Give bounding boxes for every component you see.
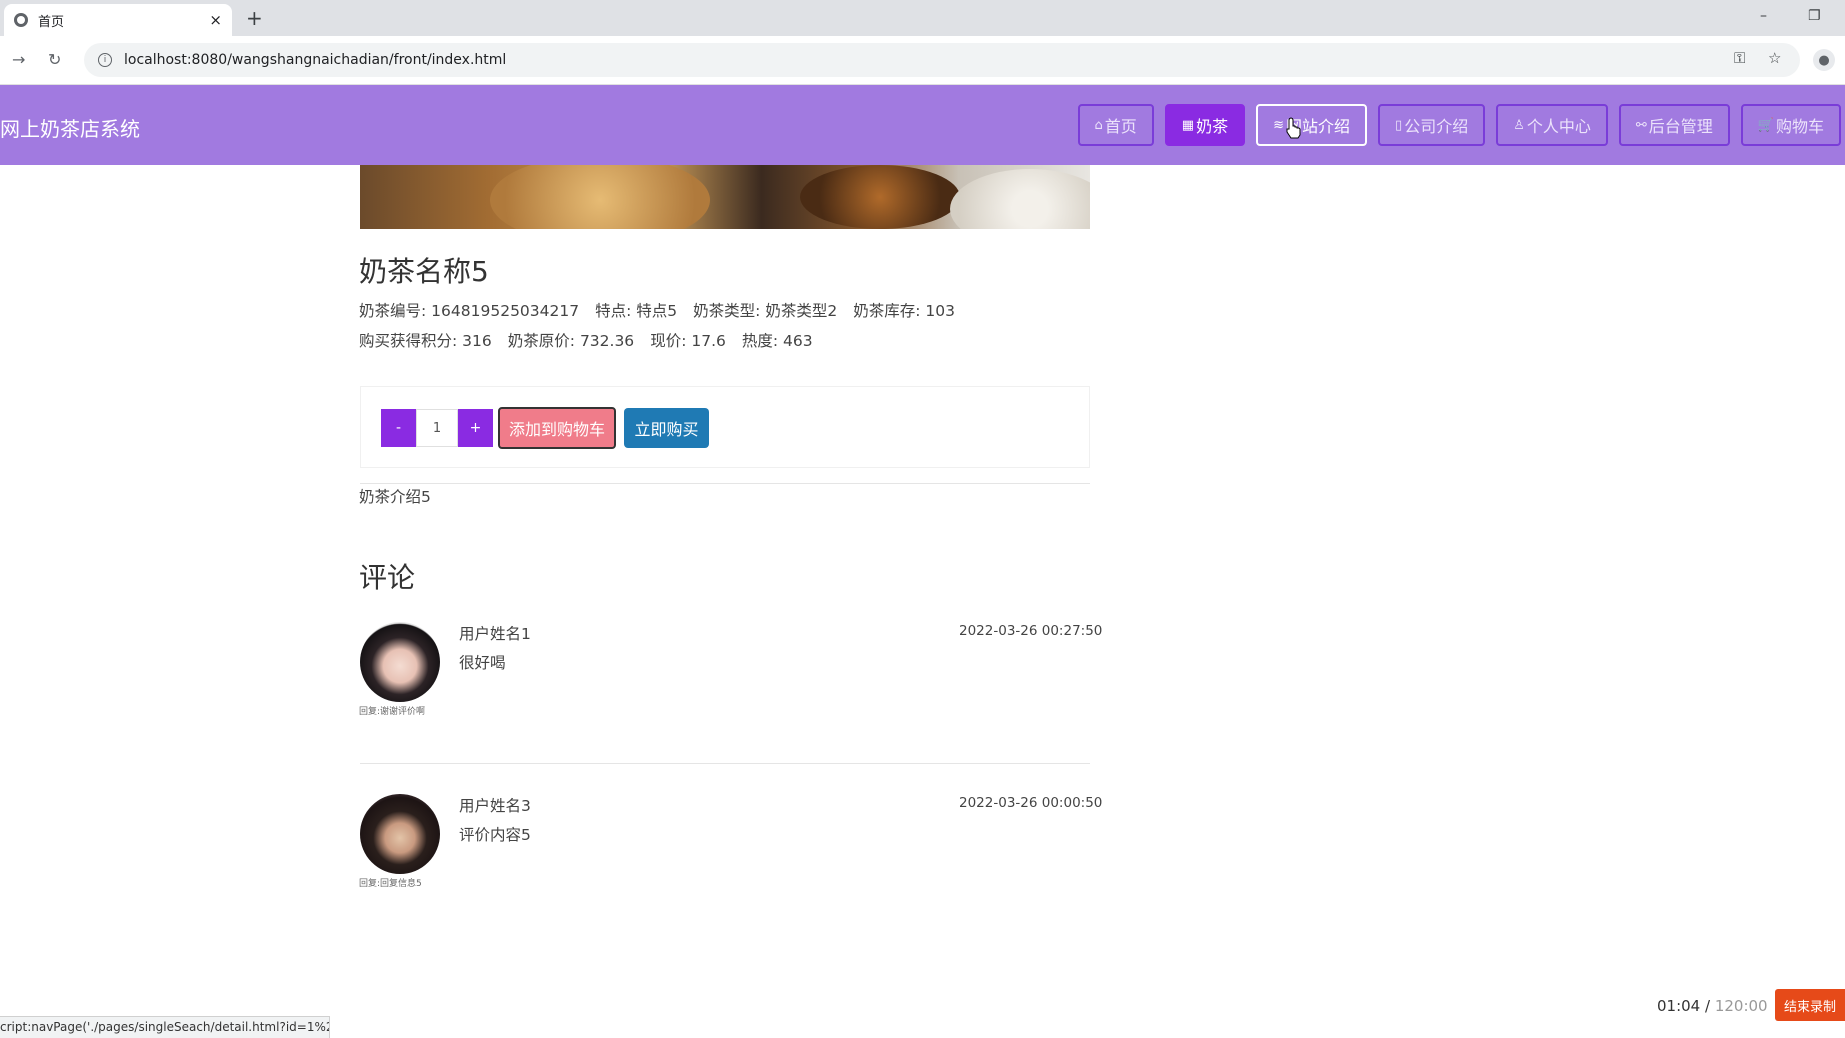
nav-home[interactable]: ⌂ 首页 <box>1077 104 1154 146</box>
home-icon: ⌂ <box>1094 117 1103 133</box>
nav-admin-label: 后台管理 <box>1648 117 1713 136</box>
comment-reply: 回复:谢谢评价啊 <box>359 707 426 717</box>
site-info-icon[interactable]: i <box>98 53 112 67</box>
nav-cart-label: 购物车 <box>1775 117 1824 136</box>
bookmark-star-icon[interactable]: ☆ <box>1768 49 1781 67</box>
nav-personal-center[interactable]: ♙ 个人中心 <box>1496 104 1608 146</box>
comments-title: 评论 <box>359 561 416 594</box>
site-header: 网上奶茶店系统 ⌂ 首页 ▦ 奶茶 ≋ 网站介绍 ▯ 公司介绍 ♙ 个人中心 ⚯… <box>0 85 1845 165</box>
comment-user: 用户姓名3 <box>459 797 531 815</box>
product-feature: 特点: 特点5 <box>595 302 678 320</box>
comment-time: 2022-03-26 00:00:50 <box>959 795 1103 811</box>
nav-milk-tea-label: 奶茶 <box>1196 117 1229 136</box>
globe-icon <box>14 13 28 27</box>
browser-tab-strip: 首页 × + – ❐ <box>0 0 1845 36</box>
product-meta-line-1: 奶茶编号: 164819525034217 特点: 特点5 奶茶类型: 奶茶类型… <box>359 299 955 321</box>
nav-cart[interactable]: 🛒 购物车 <box>1740 104 1841 146</box>
divider <box>360 483 1090 484</box>
profile-avatar-icon[interactable]: ● <box>1813 49 1835 71</box>
comment-time: 2022-03-26 00:27:50 <box>959 623 1103 639</box>
minimize-button[interactable]: – <box>1760 8 1767 24</box>
recording-elapsed: 01:04 <box>1657 997 1701 1015</box>
buy-now-button[interactable]: 立即购买 <box>624 408 709 448</box>
forward-arrow-icon[interactable]: → <box>12 50 25 69</box>
nav-personal-center-label: 个人中心 <box>1526 117 1591 136</box>
tab-title: 首页 <box>38 14 65 30</box>
product-heat: 热度: 463 <box>741 332 813 350</box>
nav-site-intro[interactable]: ≋ 网站介绍 <box>1256 104 1368 146</box>
quantity-increase-button[interactable]: + <box>458 409 493 447</box>
link-icon: ⚯ <box>1635 117 1647 133</box>
nav-milk-tea[interactable]: ▦ 奶茶 <box>1164 104 1246 146</box>
layers-icon: ≋ <box>1273 117 1285 133</box>
cart-icon: 🛒 <box>1757 117 1774 133</box>
product-name: 奶茶名称5 <box>359 255 489 288</box>
product-type: 奶茶类型: 奶茶类型2 <box>693 302 838 320</box>
main-nav: ⌂ 首页 ▦ 奶茶 ≋ 网站介绍 ▯ 公司介绍 ♙ 个人中心 ⚯ 后台管理 🛒 … <box>1077 104 1841 146</box>
product-intro: 奶茶介绍5 <box>359 488 431 506</box>
comment-text: 评价内容5 <box>459 826 531 844</box>
comment-reply: 回复:回复信息5 <box>359 879 422 889</box>
recording-timer: 01:04 / 120:00 <box>1657 997 1768 1015</box>
reload-icon[interactable]: ↻ <box>48 50 61 69</box>
grid-icon: ▦ <box>1181 117 1195 133</box>
avatar <box>360 622 440 702</box>
add-to-cart-button[interactable]: 添加到购物车 <box>498 407 616 449</box>
comment-text: 很好喝 <box>459 654 506 672</box>
divider <box>360 763 1090 764</box>
product-meta-line-2: 购买获得积分: 316 奶茶原价: 732.36 现价: 17.6 热度: 46… <box>359 329 813 351</box>
purchase-box: - + 添加到购物车 立即购买 <box>360 386 1090 468</box>
user-icon: ♙ <box>1513 117 1525 133</box>
quantity-decrease-button[interactable]: - <box>381 409 416 447</box>
link-status-bar: cript:navPage('./pages/singleSeach/detai… <box>0 1016 330 1038</box>
url-text[interactable]: localhost:8080/wangshangnaichadian/front… <box>124 52 506 68</box>
product-image <box>360 165 1090 229</box>
tab-close-icon[interactable]: × <box>209 11 222 29</box>
product-points: 购买获得积分: 316 <box>359 332 492 350</box>
site-title: 网上奶茶店系统 <box>0 117 140 141</box>
stop-recording-button[interactable]: 结束录制 <box>1775 989 1845 1021</box>
document-icon: ▯ <box>1395 117 1403 133</box>
restore-button[interactable]: ❐ <box>1808 8 1821 24</box>
product-stock: 奶茶库存: 103 <box>853 302 955 320</box>
browser-toolbar: → ↻ i localhost:8080/wangshangnaichadian… <box>0 36 1845 85</box>
quantity-input[interactable] <box>416 409 458 447</box>
comment-user: 用户姓名1 <box>459 625 531 643</box>
nav-company-intro[interactable]: ▯ 公司介绍 <box>1378 104 1486 146</box>
hand-pointer-icon <box>1286 117 1301 139</box>
avatar <box>360 794 440 874</box>
nav-admin[interactable]: ⚯ 后台管理 <box>1618 104 1730 146</box>
address-bar[interactable]: i localhost:8080/wangshangnaichadian/fro… <box>84 43 1800 77</box>
product-orig-price: 奶茶原价: 732.36 <box>507 332 635 350</box>
browser-tab[interactable]: 首页 × <box>4 4 232 36</box>
password-key-icon[interactable]: ⚿ <box>1734 49 1745 67</box>
new-tab-button[interactable]: + <box>246 6 263 30</box>
nav-home-label: 首页 <box>1104 117 1137 136</box>
product-code: 奶茶编号: 164819525034217 <box>359 302 580 320</box>
product-price: 现价: 17.6 <box>650 332 726 350</box>
nav-company-intro-label: 公司介绍 <box>1404 117 1469 136</box>
recording-total: 120:00 <box>1714 997 1768 1015</box>
